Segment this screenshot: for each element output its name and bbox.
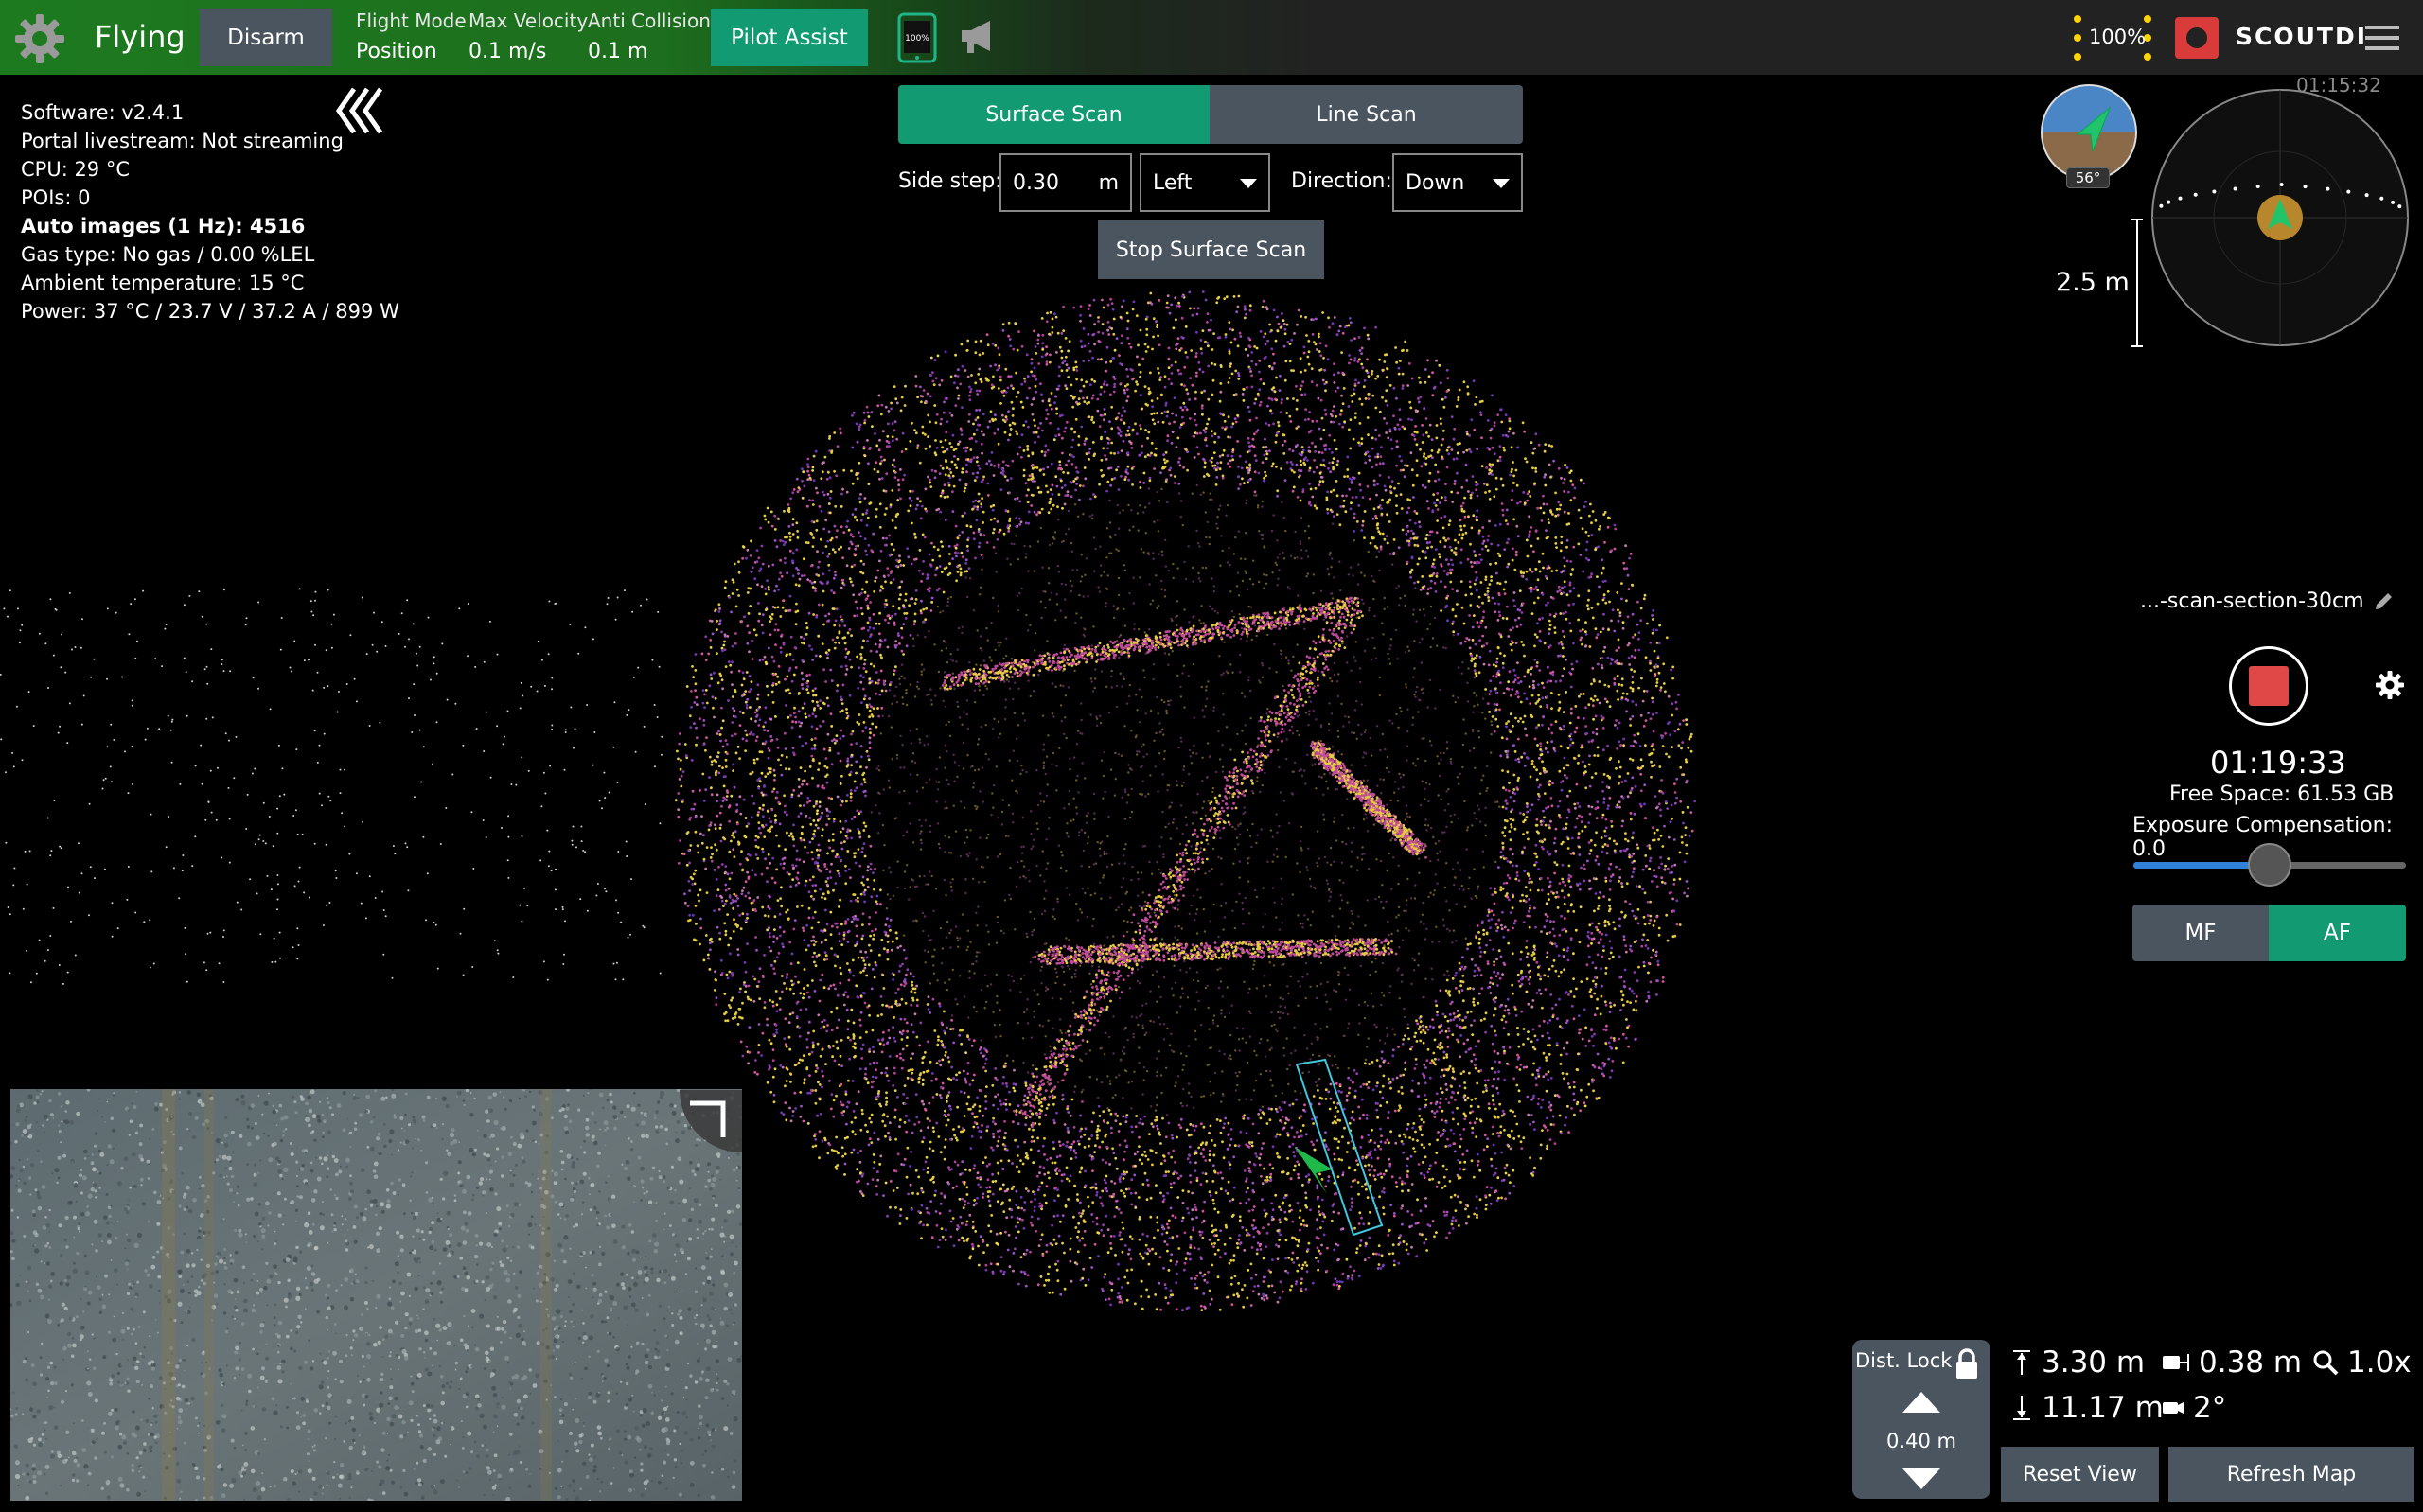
side-step-unit: m: [1098, 170, 1119, 195]
tablet-battery-icon: 100%: [897, 12, 937, 63]
max-velocity-indicator: Max Velocity 0.1 m/s: [469, 9, 588, 63]
distance-down-readout: 11.17 m: [2009, 1391, 2164, 1425]
direction-select-value: Down: [1406, 170, 1465, 195]
disarm-button[interactable]: Disarm: [200, 9, 332, 66]
auto-images: Auto images (1 Hz): 4516: [21, 215, 306, 237]
max-velocity-value: 0.1 m/s: [469, 40, 547, 63]
distance-front-value: 0.38 m: [2199, 1345, 2303, 1380]
distance-lock-value: 0.40 m: [1886, 1430, 1956, 1452]
power-readout: Power: 37 °C / 23.7 V / 37.2 A / 899 W: [21, 300, 399, 323]
cpu-temp: CPU: 29 °C: [21, 158, 131, 181]
distance-front-readout: 0.38 m: [2161, 1345, 2302, 1380]
direction-label: Direction:: [1291, 169, 1392, 193]
side-select[interactable]: Left: [1140, 153, 1270, 212]
max-velocity-label: Max Velocity: [469, 9, 589, 32]
expand-feed-icon[interactable]: [680, 1090, 742, 1152]
recording-timer: 01:19:33: [2210, 745, 2346, 781]
heading-value: 56°: [2066, 167, 2110, 188]
megaphone-icon[interactable]: [958, 17, 999, 55]
ambient-temp: Ambient temperature: 15 °C: [21, 272, 305, 294]
flight-mode-label: Flight Mode: [356, 9, 467, 32]
distance-lock-label: Dist. Lock: [1855, 1349, 1953, 1372]
up-distance-icon: [2013, 1350, 2030, 1375]
proximity-radar: [2151, 89, 2409, 346]
free-space: Free Space: 61.53 GB: [2169, 782, 2395, 806]
chevron-down-icon: [1240, 179, 1257, 188]
pois-count: POIs: 0: [21, 186, 91, 209]
manual-focus-button[interactable]: MF: [2132, 905, 2269, 961]
distance-down-value: 11.17 m: [2042, 1391, 2164, 1425]
exposure-slider-knob[interactable]: [2248, 843, 2291, 887]
distance-up-button[interactable]: [1902, 1392, 1940, 1413]
pilot-assist-button[interactable]: Pilot Assist: [711, 9, 868, 66]
zoom-readout: 1.0x: [2311, 1345, 2412, 1380]
tab-surface-scan[interactable]: Surface Scan: [898, 85, 1210, 144]
anti-collision-indicator: Anti Collision 0.1 m: [588, 9, 711, 63]
tab-line-scan[interactable]: Line Scan: [1210, 85, 1523, 144]
side-select-value: Left: [1153, 170, 1193, 195]
camera-settings-gear-icon[interactable]: [2375, 670, 2405, 700]
map-scale-label: 2.5 m: [2056, 268, 2130, 297]
drone-battery-value: 100%: [2089, 26, 2147, 48]
record-stop-button[interactable]: [2229, 646, 2308, 726]
reset-view-button[interactable]: Reset View: [2001, 1447, 2159, 1502]
distance-down-button[interactable]: [1902, 1468, 1940, 1489]
recording-filename: ...-scan-section-30cm: [2140, 589, 2364, 613]
zoom-magnifier-icon: [2313, 1350, 2339, 1376]
gas-type: Gas type: No gas / 0.00 %LEL: [21, 243, 315, 266]
map-scale-bar: [2131, 219, 2143, 347]
hamburger-menu-icon[interactable]: [2363, 23, 2401, 53]
flight-state: Flying: [95, 19, 186, 55]
refresh-map-button[interactable]: Refresh Map: [2168, 1447, 2414, 1502]
app-logo: SCOUTDI: [2236, 23, 2368, 50]
anti-collision-value: 0.1 m: [588, 40, 648, 63]
zoom-value: 1.0x: [2347, 1345, 2412, 1380]
flight-mode-indicator: Flight Mode Position: [356, 9, 467, 63]
flight-mode-value: Position: [356, 40, 437, 63]
front-distance-icon: [2163, 1354, 2189, 1371]
edit-pencil-icon[interactable]: [2373, 589, 2396, 612]
down-distance-icon: [2013, 1396, 2030, 1420]
distance-up-readout: 3.30 m: [2009, 1345, 2145, 1380]
side-step-label: Side step:: [898, 169, 1002, 193]
distance-up-value: 3.30 m: [2042, 1345, 2146, 1380]
stop-square-icon: [2249, 666, 2289, 706]
camera-tilt-readout: 2°: [2161, 1391, 2226, 1425]
camera-feed-view[interactable]: [10, 1089, 742, 1501]
distance-lock-panel: Dist. Lock 0.40 m: [1852, 1340, 1990, 1499]
anti-collision-label: Anti Collision: [588, 9, 711, 32]
side-step-value: 0.30: [1013, 170, 1059, 195]
lock-icon[interactable]: [1954, 1348, 1979, 1380]
camera-tilt-icon: [2163, 1402, 2184, 1414]
direction-select[interactable]: Down: [1392, 153, 1523, 212]
tablet-battery-label: 100%: [905, 34, 929, 44]
camera-tilt-value: 2°: [2193, 1391, 2227, 1425]
chevron-down-icon: [1493, 179, 1510, 188]
settings-gear-icon[interactable]: [13, 12, 66, 65]
stop-surface-scan-button[interactable]: Stop Surface Scan: [1098, 220, 1324, 279]
recording-indicator-icon: [2175, 17, 2219, 59]
side-step-input[interactable]: 0.30 m: [999, 153, 1132, 212]
auto-focus-button[interactable]: AF: [2269, 905, 2406, 961]
collapse-chevrons-icon[interactable]: [333, 83, 390, 138]
top-bar: Flying Disarm Flight Mode Position Max V…: [0, 0, 2423, 75]
